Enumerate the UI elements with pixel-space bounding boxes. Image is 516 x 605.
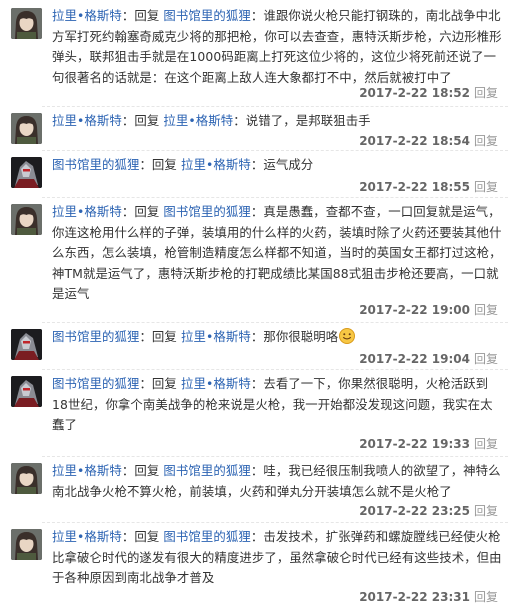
reply-target-link[interactable]: 拉里•格斯特 xyxy=(163,113,233,128)
girl-soldier-avatar-icon xyxy=(11,113,42,144)
reply-time: 2017-2-22 19:04 xyxy=(359,352,470,366)
reply-author-link[interactable]: 拉里•格斯特 xyxy=(52,8,122,23)
reply-author-link[interactable]: 拉里•格斯特 xyxy=(52,529,122,544)
reply-author-link[interactable]: 拉里•格斯特 xyxy=(52,113,122,128)
reply-verb: ：回复 xyxy=(139,329,177,344)
reply-content: 拉里•格斯特：回复 图书馆里的狐狸：谁跟你说火枪只能打钢珠的，南北战争中北方军打… xyxy=(52,6,504,88)
girl-soldier-avatar-icon xyxy=(11,204,42,235)
user-avatar[interactable] xyxy=(11,529,42,560)
reply-meta: 2017-2-22 18:54 回复 xyxy=(359,133,498,149)
girl-soldier-avatar-icon xyxy=(11,8,42,39)
reply-text: ：那你很聪明咯 xyxy=(250,329,339,344)
reply-target-link[interactable]: 拉里•格斯特 xyxy=(181,376,251,391)
reply-time: 2017-2-22 19:00 xyxy=(359,303,470,317)
reply-button[interactable]: 回复 xyxy=(474,180,498,194)
reply-meta: 2017-2-22 19:33 回复 xyxy=(359,436,498,452)
reply-list: 拉里•格斯特：回复 图书馆里的狐狸：谁跟你说火枪只能打钢珠的，南北战争中北方军打… xyxy=(0,0,516,605)
robot-avatar-icon xyxy=(11,376,42,407)
reply-meta: 2017-2-22 19:04 回复 xyxy=(359,351,498,367)
reply-item: 拉里•格斯特：回复 图书馆里的狐狸：真是愚蠢，查都不查，一口回复就是运气，你连这… xyxy=(0,198,516,322)
reply-time: 2017-2-22 18:55 xyxy=(359,180,470,194)
reply-content: 拉里•格斯特：回复 图书馆里的狐狸：真是愚蠢，查都不查，一口回复就是运气，你连这… xyxy=(52,202,504,305)
reply-button[interactable]: 回复 xyxy=(474,437,498,451)
reply-author-link[interactable]: 图书馆里的狐狸 xyxy=(52,376,139,391)
reply-verb: ：回复 xyxy=(121,113,160,128)
reply-item: 图书馆里的狐狸：回复 拉里•格斯特：那你很聪明咯 2017-2-22 19:04… xyxy=(0,323,516,369)
reply-verb: ：回复 xyxy=(121,204,160,219)
robot-avatar-icon xyxy=(11,329,42,360)
reply-target-link[interactable]: 图书馆里的狐狸 xyxy=(163,529,250,544)
reply-time: 2017-2-22 23:25 xyxy=(359,504,470,518)
reply-button[interactable]: 回复 xyxy=(474,86,498,100)
smile-emoji-icon xyxy=(338,327,356,344)
reply-item: 拉里•格斯特：回复 图书馆里的狐狸：哇，我已经很压制我喷人的欲望了，神特么南北战… xyxy=(0,457,516,522)
reply-meta: 2017-2-22 23:31 回复 xyxy=(359,589,498,605)
reply-author-link[interactable]: 图书馆里的狐狸 xyxy=(52,157,139,172)
reply-meta: 2017-2-22 23:25 回复 xyxy=(359,503,498,519)
reply-time: 2017-2-22 18:52 xyxy=(359,86,470,100)
reply-item: 图书馆里的狐狸：回复 拉里•格斯特：运气成分 2017-2-22 18:55 回复 xyxy=(0,151,516,197)
reply-author-link[interactable]: 拉里•格斯特 xyxy=(52,204,122,219)
reply-meta: 2017-2-22 18:55 回复 xyxy=(359,179,498,195)
reply-button[interactable]: 回复 xyxy=(474,303,498,317)
reply-button[interactable]: 回复 xyxy=(474,134,498,148)
reply-content: 拉里•格斯特：回复 图书馆里的狐狸：击发技术，扩张弹药和螺旋膛线已经使火枪比拿破… xyxy=(52,527,504,589)
reply-verb: ：回复 xyxy=(139,376,177,391)
reply-item: 拉里•格斯特：回复 图书馆里的狐狸：谁跟你说火枪只能打钢珠的，南北战争中北方军打… xyxy=(0,2,516,106)
girl-soldier-avatar-icon xyxy=(11,463,42,494)
reply-content: 图书馆里的狐狸：回复 拉里•格斯特：运气成分 xyxy=(52,155,504,176)
reply-target-link[interactable]: 图书馆里的狐狸 xyxy=(163,8,250,23)
user-avatar[interactable] xyxy=(11,329,42,360)
reply-verb: ：回复 xyxy=(121,463,160,478)
reply-item: 拉里•格斯特：回复 拉里•格斯特：说错了，是邦联狙击手 2017-2-22 18… xyxy=(0,107,516,150)
reply-target-link[interactable]: 图书馆里的狐狸 xyxy=(163,463,250,478)
reply-author-link[interactable]: 图书馆里的狐狸 xyxy=(52,329,139,344)
reply-content: 图书馆里的狐狸：回复 拉里•格斯特：那你很聪明咯 xyxy=(52,327,504,348)
reply-verb: ：回复 xyxy=(121,8,160,23)
reply-target-link[interactable]: 图书馆里的狐狸 xyxy=(163,204,250,219)
robot-avatar-icon xyxy=(11,157,42,188)
user-avatar[interactable] xyxy=(11,463,42,494)
user-avatar[interactable] xyxy=(11,113,42,144)
reply-meta: 2017-2-22 19:00 回复 xyxy=(359,302,498,318)
reply-time: 2017-2-22 19:33 xyxy=(359,437,470,451)
reply-target-link[interactable]: 拉里•格斯特 xyxy=(181,157,251,172)
reply-meta: 2017-2-22 18:52 回复 xyxy=(359,85,498,101)
reply-verb: ：回复 xyxy=(121,529,160,544)
reply-item: 图书馆里的狐狸：回复 拉里•格斯特：去看了一下，你果然很聪明，火枪活跃到18世纪… xyxy=(0,370,516,456)
reply-text: ：运气成分 xyxy=(250,157,314,172)
reply-target-link[interactable]: 拉里•格斯特 xyxy=(181,329,251,344)
user-avatar[interactable] xyxy=(11,8,42,39)
user-avatar[interactable] xyxy=(11,204,42,235)
reply-author-link[interactable]: 拉里•格斯特 xyxy=(52,463,122,478)
reply-content: 图书馆里的狐狸：回复 拉里•格斯特：去看了一下，你果然很聪明，火枪活跃到18世纪… xyxy=(52,374,504,436)
reply-content: 拉里•格斯特：回复 图书馆里的狐狸：哇，我已经很压制我喷人的欲望了，神特么南北战… xyxy=(52,461,504,502)
reply-verb: ：回复 xyxy=(139,157,177,172)
reply-text: ：说错了，是邦联狙击手 xyxy=(233,113,371,128)
reply-content: 拉里•格斯特：回复 拉里•格斯特：说错了，是邦联狙击手 xyxy=(52,111,504,132)
user-avatar[interactable] xyxy=(11,157,42,188)
user-avatar[interactable] xyxy=(11,376,42,407)
reply-time: 2017-2-22 18:54 xyxy=(359,134,470,148)
reply-item: 拉里•格斯特：回复 图书馆里的狐狸：击发技术，扩张弹药和螺旋膛线已经使火枪比拿破… xyxy=(0,523,516,605)
reply-button[interactable]: 回复 xyxy=(474,352,498,366)
girl-soldier-avatar-icon xyxy=(11,529,42,560)
reply-button[interactable]: 回复 xyxy=(474,504,498,518)
